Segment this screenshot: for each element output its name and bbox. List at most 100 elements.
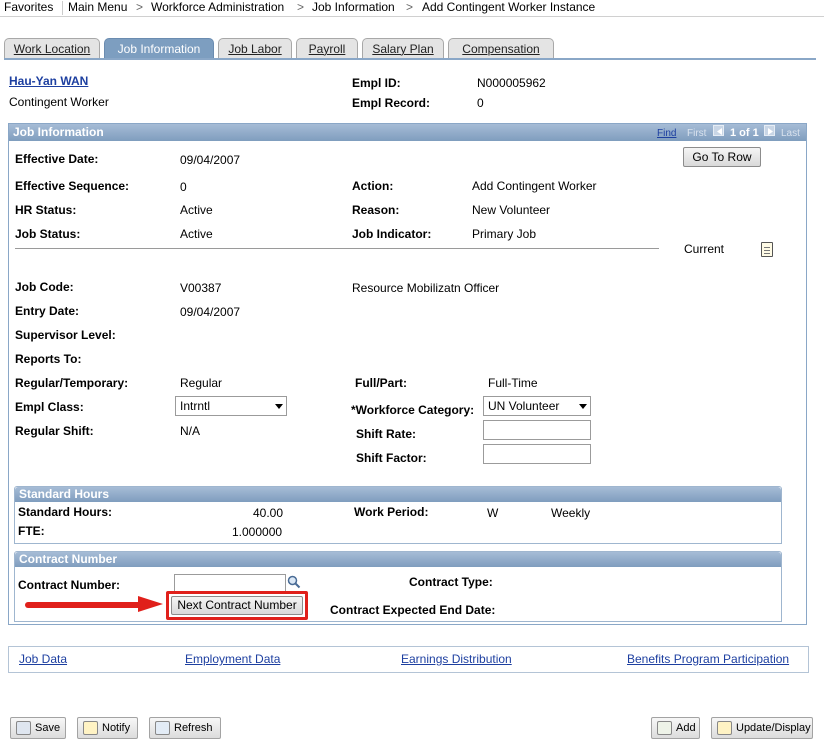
add-label: Add (676, 722, 696, 734)
breadcrumb-separator: > (406, 0, 414, 14)
hr-status-value: Active (180, 203, 213, 217)
go-to-row-button[interactable]: Go To Row (683, 147, 761, 167)
empl-class-selected-value: Intrntl (180, 399, 211, 413)
standard-hours-title: Standard Hours (19, 487, 110, 501)
breadcrumb-favorites[interactable]: Favorites (4, 0, 53, 14)
tab-compensation[interactable]: Compensation (448, 38, 554, 59)
standard-hours-header: Standard Hours (15, 487, 781, 502)
add-button[interactable]: Add (651, 717, 700, 739)
tab-work-location[interactable]: Work Location (4, 38, 100, 59)
breadcrumb-job-information[interactable]: Job Information (312, 0, 395, 14)
search-icon[interactable] (287, 575, 301, 589)
breadcrumb: Favorites Main Menu > Workforce Administ… (0, 0, 824, 16)
contract-number-label: Contract Number: (18, 578, 121, 592)
save-button[interactable]: Save (10, 717, 66, 739)
reports-to-label: Reports To: (15, 352, 82, 366)
earnings-distribution-link[interactable]: Earnings Distribution (401, 652, 512, 666)
entry-date-label: Entry Date: (15, 304, 80, 318)
job-code-label: Job Code: (15, 280, 74, 294)
refresh-icon (155, 721, 170, 735)
next-row-icon[interactable] (764, 125, 775, 136)
job-code-value: V00387 (180, 281, 222, 295)
hr-status-label: HR Status: (15, 203, 77, 217)
empl-id-label: Empl ID: (352, 76, 401, 90)
employment-data-link[interactable]: Employment Data (185, 652, 280, 666)
workforce-category-label: *Workforce Category: (351, 403, 475, 417)
effective-date-label: Effective Date: (15, 152, 99, 166)
tab-underline (4, 58, 816, 60)
shift-rate-label: Shift Rate: (356, 427, 416, 441)
notify-icon (83, 721, 98, 735)
action-value: Add Contingent Worker (472, 179, 597, 193)
full-part-label: Full/Part: (355, 376, 408, 390)
job-information-title: Job Information (13, 125, 104, 139)
first-link[interactable]: First (687, 128, 706, 139)
red-arrow-icon (25, 596, 163, 612)
empl-class-select[interactable]: Intrntl (175, 396, 287, 416)
next-contract-number-button[interactable]: Next Contract Number (171, 596, 303, 615)
shift-rate-input[interactable] (483, 420, 591, 440)
update-display-icon (717, 721, 732, 735)
effective-sequence-label: Effective Sequence: (15, 179, 130, 193)
save-icon (16, 721, 31, 735)
standard-hours-value: 40.00 (253, 506, 284, 520)
job-indicator-value: Primary Job (472, 227, 537, 241)
empl-record-value: 0 (477, 96, 484, 110)
regular-temporary-label: Regular/Temporary: (15, 376, 129, 390)
benefits-program-participation-link[interactable]: Benefits Program Participation (627, 652, 789, 666)
job-indicator-label: Job Indicator: (352, 227, 432, 241)
empl-record-label: Empl Record: (352, 96, 431, 110)
job-data-link[interactable]: Job Data (19, 652, 67, 666)
job-status-value: Active (180, 227, 213, 241)
job-information-section: Job Information (8, 123, 807, 625)
supervisor-level-label: Supervisor Level: (15, 328, 116, 342)
employee-name-link[interactable]: Hau-Yan WAN (9, 74, 88, 88)
breadcrumb-main-menu[interactable]: Main Menu (68, 0, 127, 14)
tab-job-information[interactable]: Job Information (104, 38, 214, 59)
tab-job-labor[interactable]: Job Labor (218, 38, 292, 59)
contract-type-label: Contract Type: (409, 575, 493, 589)
chevron-down-icon (275, 404, 283, 409)
breadcrumb-separator: > (297, 0, 305, 14)
work-period-description: Weekly (551, 506, 591, 520)
regular-shift-label: Regular Shift: (15, 424, 94, 438)
row-count: 1 of 1 (730, 127, 759, 139)
shift-factor-input[interactable] (483, 444, 591, 464)
regular-temporary-value: Regular (180, 376, 223, 390)
workforce-category-selected-value: UN Volunteer (488, 399, 560, 413)
full-part-value: Full-Time (488, 376, 538, 390)
breadcrumb-separator: > (136, 0, 144, 14)
update-display-button[interactable]: Update/Display (711, 717, 813, 739)
refresh-button[interactable]: Refresh (149, 717, 221, 739)
workforce-category-select[interactable]: UN Volunteer (483, 396, 591, 416)
entry-date-value: 09/04/2007 (180, 305, 241, 319)
chevron-down-icon (579, 404, 587, 409)
divider-line (15, 248, 659, 249)
refresh-label: Refresh (174, 722, 213, 734)
reason-value: New Volunteer (472, 203, 551, 217)
previous-row-icon[interactable] (713, 125, 724, 136)
job-status-label: Job Status: (15, 227, 81, 241)
find-link[interactable]: Find (657, 128, 676, 139)
effective-date-value: 09/04/2007 (180, 153, 241, 167)
tab-payroll[interactable]: Payroll (296, 38, 358, 59)
work-period-label: Work Period: (354, 505, 429, 519)
notify-button[interactable]: Notify (77, 717, 138, 739)
empl-class-label: Empl Class: (15, 400, 84, 414)
current-indicator: Current (684, 242, 725, 256)
reason-label: Reason: (352, 203, 400, 217)
action-label: Action: (352, 179, 394, 193)
breadcrumb-divider (62, 1, 63, 15)
tab-salary-plan[interactable]: Salary Plan (362, 38, 444, 59)
notify-label: Notify (102, 722, 131, 734)
shift-factor-label: Shift Factor: (356, 451, 427, 465)
breadcrumb-workforce-administration[interactable]: Workforce Administration (151, 0, 284, 14)
last-link[interactable]: Last (781, 128, 800, 139)
save-label: Save (35, 722, 61, 734)
contract-number-header: Contract Number (15, 552, 781, 567)
standard-hours-label: Standard Hours: (18, 505, 113, 519)
breadcrumb-add-contingent-worker-instance[interactable]: Add Contingent Worker Instance (422, 0, 595, 14)
notepad-icon[interactable] (761, 242, 773, 257)
update-display-label: Update/Display (736, 722, 811, 734)
contract-number-title: Contract Number (19, 552, 118, 566)
